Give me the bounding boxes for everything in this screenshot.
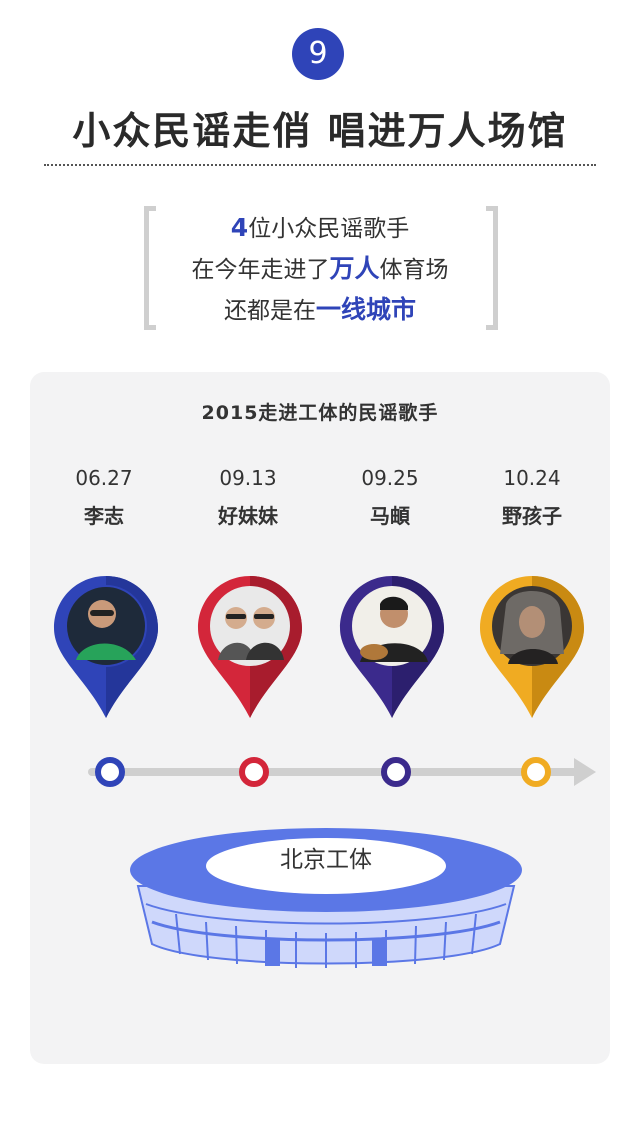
singer-date: 10.24 [503,466,561,490]
map-pin-icon [198,576,302,718]
intro-line-3-pre: 还都是在 [223,298,316,324]
arrow-right-icon [574,758,596,786]
highlight-count: 4 [230,213,249,242]
singer-date: 09.13 [219,466,277,490]
intro-line-2-post: 体育场 [379,257,449,283]
left-bracket-decoration [144,206,156,330]
singer-date: 09.25 [361,466,419,490]
page-title: 小众民谣走俏 唱进万人场馆 [72,109,568,153]
timeline-marker [521,757,551,787]
intro-line-3: 还都是在一线城市 [160,290,480,331]
map-pin-icon [54,576,158,718]
divider [44,164,596,166]
singer-name: 李志 [84,504,124,528]
singer-4: 10.24 野孩子 [472,466,592,529]
timeline-track [88,757,596,787]
timeline-marker [95,757,125,787]
singer-date: 06.27 [75,466,133,490]
singer-name: 好妹妹 [218,504,278,528]
timeline-marker [239,757,269,787]
intro-line-1: 4位小众民谣歌手 [160,208,480,249]
highlight-cities: 一线城市 [315,295,416,324]
highlight-capacity: 万人 [329,254,380,283]
intro-line-1-text: 位小众民谣歌手 [248,216,410,242]
timeline-marker [381,757,411,787]
right-bracket-decoration [486,206,498,330]
venue-label: 北京工体 [280,847,372,873]
singer-name: 野孩子 [502,504,562,528]
section-number-badge: 9 [292,28,344,80]
map-pin-icon [480,576,584,718]
singer-2: 09.13 好妹妹 [188,466,308,529]
intro-text: 4位小众民谣歌手 在今年走进了万人体育场 还都是在一线城市 [160,208,480,331]
intro-line-2: 在今年走进了万人体育场 [160,249,480,290]
intro-line-2-pre: 在今年走进了 [191,257,330,283]
singer-1: 06.27 李志 [44,466,164,529]
panel-title: 2015走进工体的民谣歌手 [201,402,439,424]
singer-3: 09.25 马頔 [330,466,450,529]
map-pin-icon [340,576,444,718]
singer-name: 马頔 [370,504,410,528]
